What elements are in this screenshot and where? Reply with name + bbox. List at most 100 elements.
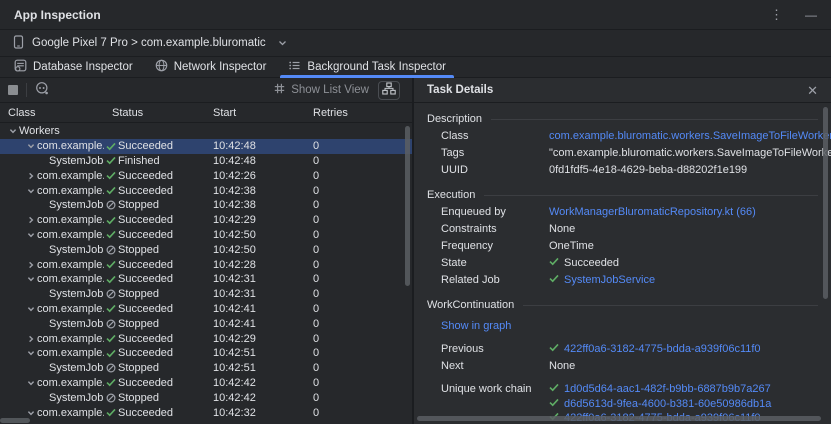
minimize-icon[interactable]: —	[805, 9, 817, 21]
section-divider	[523, 305, 818, 306]
show-list-view-label: Show List View	[291, 84, 369, 96]
details-section: WorkContinuationShow in graphPrevious422…	[427, 299, 818, 424]
worker-class-label: com.example.bl	[37, 229, 104, 241]
column-header-class[interactable]: Class	[0, 107, 104, 119]
table-row[interactable]: com.example.blSucceeded10:42:320	[0, 405, 412, 420]
stop-inspector-icon[interactable]	[8, 85, 18, 95]
chevron-down-icon[interactable]	[24, 187, 37, 195]
chevron-right-icon[interactable]	[24, 216, 37, 224]
tab-database-inspector[interactable]: Database Inspector	[3, 57, 144, 77]
chevron-down-icon	[278, 40, 287, 46]
detail-value-link[interactable]: 422ff0a6-3182-4775-bdda-a939f06c11f0	[564, 343, 761, 355]
detail-value: None	[549, 360, 575, 372]
table-row[interactable]: SystemJobSeStopped10:42:380	[0, 198, 412, 213]
tab-background-task-inspector[interactable]: Background Task Inspector	[277, 57, 457, 77]
detail-label: State	[441, 257, 549, 269]
retries-label: 0	[313, 333, 319, 345]
table-row[interactable]: SystemJobSeStopped10:42:510	[0, 361, 412, 376]
success-check-icon	[549, 274, 559, 286]
chevron-down-icon[interactable]	[24, 305, 37, 313]
vertical-scrollbar[interactable]	[405, 126, 410, 286]
table-row[interactable]: com.example.blSucceeded10:42:510	[0, 346, 412, 361]
chevron-down-icon[interactable]	[24, 349, 37, 357]
start-time-label: 10:42:31	[213, 288, 256, 300]
more-options-icon[interactable]: ⋮	[770, 8, 783, 21]
chevron-right-icon[interactable]	[24, 172, 37, 180]
retries-label: 0	[313, 392, 319, 404]
detail-value: "com.example.bluromatic.workers.SaveImag…	[549, 147, 831, 159]
detail-label: Class	[441, 130, 549, 142]
detail-value-link[interactable]: com.example.bluromatic.workers.SaveImage…	[549, 130, 831, 142]
column-header-start[interactable]: Start	[204, 107, 304, 119]
details-sections: DescriptionClasscom.example.bluromatic.w…	[414, 103, 831, 424]
status-label: Succeeded	[118, 185, 173, 197]
vertical-scrollbar[interactable]	[823, 107, 828, 299]
section-divider	[484, 195, 818, 196]
retries-label: 0	[313, 155, 319, 167]
chevron-right-icon[interactable]	[24, 261, 37, 269]
table-row[interactable]: SystemJobSeStopped10:42:420	[0, 390, 412, 405]
retries-label: 0	[313, 214, 319, 226]
horizontal-scrollbar[interactable]	[0, 418, 30, 423]
chevron-down-icon[interactable]	[24, 379, 37, 387]
graph-view-button[interactable]	[378, 81, 400, 100]
stopped-icon	[106, 289, 118, 299]
table-row[interactable]: com.example.blSucceeded10:42:290	[0, 213, 412, 228]
table-row[interactable]: com.example.blSucceeded10:42:500	[0, 228, 412, 243]
close-icon[interactable]: ✕	[807, 84, 818, 97]
task-details-panel: Task Details ✕ DescriptionClasscom.examp…	[414, 78, 831, 424]
table-row[interactable]: com.example.blSucceeded10:42:410	[0, 302, 412, 317]
table-row[interactable]: com.example.blSucceeded10:42:310	[0, 272, 412, 287]
worker-class-label: com.example.bl	[37, 333, 104, 345]
start-time-label: 10:42:50	[213, 229, 256, 241]
table-row[interactable]: com.example.blSucceeded10:42:260	[0, 168, 412, 183]
database-icon	[14, 59, 27, 75]
tree-group-row[interactable]: Workers	[0, 124, 412, 139]
table-row[interactable]: SystemJobSeStopped10:42:410	[0, 316, 412, 331]
horizontal-scrollbar[interactable]	[417, 416, 821, 421]
phone-icon	[13, 35, 24, 52]
table-row[interactable]: SystemJobSeStopped10:42:500	[0, 242, 412, 257]
success-check-icon	[106, 334, 118, 343]
table-row[interactable]: SystemJobSeStopped10:42:310	[0, 287, 412, 302]
chevron-down-icon[interactable]	[24, 409, 37, 417]
task-details-header: Task Details ✕	[414, 78, 831, 103]
detail-value-link[interactable]: 1d0d5d64-aac1-482f-b9bb-6887b9b7a267	[564, 383, 771, 395]
chevron-right-icon[interactable]	[24, 335, 37, 343]
chevron-down-icon[interactable]	[24, 231, 37, 239]
globe-icon	[155, 59, 168, 75]
table-row[interactable]: com.example.blSucceeded10:42:480	[0, 139, 412, 154]
show-list-view-button[interactable]: Show List View	[273, 82, 369, 98]
process-selector-bar[interactable]: Google Pixel 7 Pro > com.example.bluroma…	[0, 30, 831, 57]
tab-network-inspector[interactable]: Network Inspector	[144, 57, 278, 77]
tab-label: Background Task Inspector	[307, 61, 446, 73]
retries-label: 0	[313, 244, 319, 256]
column-header-retries[interactable]: Retries	[304, 107, 414, 119]
filter-tags-icon[interactable]	[35, 81, 50, 99]
table-row[interactable]: com.example.blSucceeded10:42:380	[0, 183, 412, 198]
section-divider	[491, 119, 818, 120]
table-row[interactable]: SystemJobSeFinished10:42:480	[0, 154, 412, 169]
detail-value-link[interactable]: d6d5613d-9fea-4600-b381-60e50986db1a	[564, 398, 771, 410]
chevron-down-icon[interactable]	[24, 142, 37, 150]
table-row[interactable]: com.example.blSucceeded10:42:280	[0, 257, 412, 272]
graph-view-icon	[382, 82, 396, 98]
worker-class-label: com.example.bl	[37, 303, 104, 315]
worker-class-label: com.example.bl	[37, 273, 104, 285]
detail-value-link[interactable]: WorkManagerBluromaticRepository.kt (66)	[549, 206, 756, 218]
table-row[interactable]: com.example.blSucceeded10:42:290	[0, 331, 412, 346]
worker-class-label: com.example.bl	[37, 170, 104, 182]
table-row[interactable]: com.example.blSucceeded10:42:420	[0, 376, 412, 391]
start-time-label: 10:42:51	[213, 362, 256, 374]
column-header-status[interactable]: Status	[104, 107, 204, 119]
stopped-icon	[106, 393, 118, 403]
start-time-label: 10:42:26	[213, 170, 256, 182]
stopped-icon	[106, 319, 118, 329]
show-in-graph-link[interactable]: Show in graph	[441, 320, 511, 332]
detail-value-link[interactable]: SystemJobService	[564, 274, 655, 286]
chevron-down-icon[interactable]	[6, 127, 19, 135]
chevron-down-icon[interactable]	[24, 275, 37, 283]
success-check-icon	[549, 383, 559, 395]
success-check-icon	[106, 378, 118, 387]
retries-label: 0	[313, 140, 319, 152]
